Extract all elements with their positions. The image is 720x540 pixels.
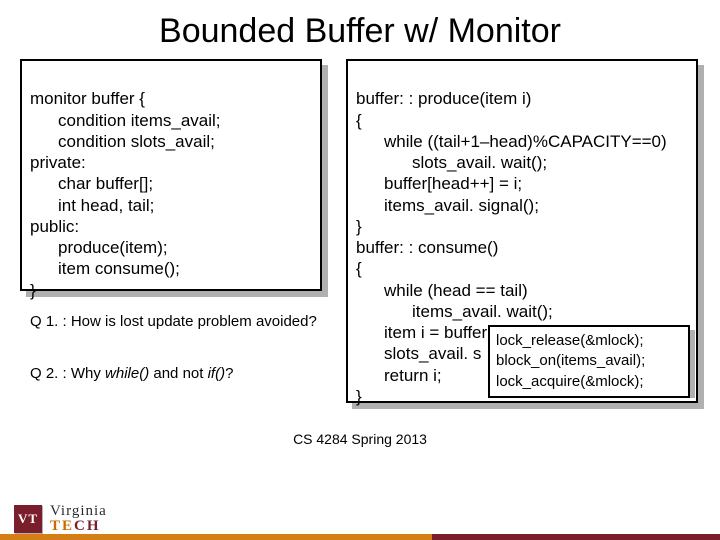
code-line: buffer: : produce(item i): [356, 89, 531, 108]
code-line: items_avail. wait();: [356, 301, 688, 322]
code-line: public:: [30, 217, 79, 236]
overlay-line: lock_release(&mlock);: [496, 332, 644, 349]
q2-text: ?: [225, 365, 233, 382]
code-line: slots_avail. wait();: [356, 152, 688, 173]
left-code-box: monitor buffer { condition items_avail;c…: [20, 59, 322, 291]
code-line: {: [356, 111, 362, 130]
left-code: monitor buffer { condition items_avail;c…: [22, 61, 320, 309]
code-line: buffer[head++] = i;: [356, 173, 688, 194]
q2-em-if: if(): [208, 365, 226, 382]
overlay-callout: lock_release(&mlock); block_on(items_ava…: [488, 325, 690, 398]
logo-tech: TECH: [50, 519, 107, 534]
code-line: condition items_avail;: [30, 110, 312, 131]
code-line: condition slots_avail;: [30, 131, 312, 152]
code-line: char buffer[];: [30, 173, 312, 194]
code-line: while ((tail+1–head)%CAPACITY==0): [356, 131, 688, 152]
question-1: Q 1. : How is lost update problem avoide…: [30, 313, 320, 332]
q2-text: and not: [149, 365, 207, 382]
overlay-line: lock_acquire(&mlock);: [496, 373, 644, 390]
bottom-accent-bar: [0, 534, 720, 540]
code-line: buffer: : consume(): [356, 238, 498, 257]
q2-em-while: while(): [105, 365, 149, 382]
code-line: items_avail. signal();: [356, 195, 688, 216]
code-line: private:: [30, 153, 86, 172]
code-line: produce(item);: [30, 237, 312, 258]
code-line: while (head == tail): [356, 280, 688, 301]
question-2: Q 2. : Why while() and not if()?: [30, 365, 320, 384]
code-line: }: [30, 281, 36, 300]
slide-title: Bounded Buffer w/ Monitor: [0, 0, 720, 57]
code-line: monitor buffer {: [30, 89, 145, 108]
vt-logo-text: Virginia TECH: [50, 504, 107, 534]
logo-virginia: Virginia: [50, 504, 107, 519]
code-line: int head, tail;: [30, 195, 312, 216]
code-line: }: [356, 387, 362, 406]
vt-logo: VT Virginia TECH: [14, 504, 107, 534]
code-line: item consume();: [30, 258, 312, 279]
code-line: }: [356, 217, 362, 236]
vt-square-icon: VT: [14, 505, 42, 533]
overlay-line: block_on(items_avail);: [496, 352, 645, 369]
code-line: {: [356, 259, 362, 278]
q2-text: Q 2. : Why: [30, 365, 105, 382]
footer-course: CS 4284 Spring 2013: [0, 431, 720, 447]
